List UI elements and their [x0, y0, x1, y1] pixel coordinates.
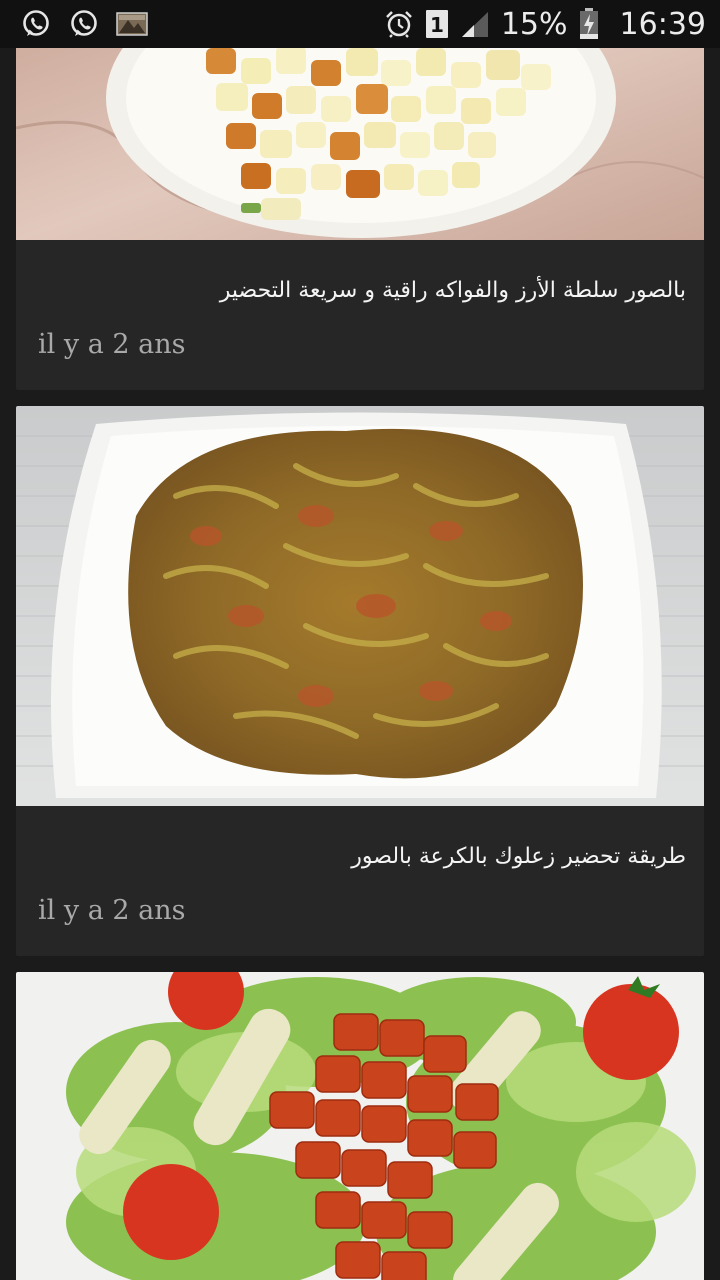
article-timestamp: il y a 2 ans	[38, 895, 186, 926]
article-card[interactable]: طريقة تحضير زعلوك بالكرعة بالصور il y a …	[16, 406, 704, 956]
battery-percentage: 15%	[500, 6, 568, 42]
whatsapp-icon	[68, 8, 100, 40]
article-card[interactable]	[16, 972, 704, 1280]
article-title[interactable]: طريقة تحضير زعلوك بالكرعة بالصور	[351, 844, 686, 869]
article-title[interactable]: بالصور سلطة الأرز والفواكه راقية و سريعة…	[220, 278, 686, 303]
article-card[interactable]: بالصور سلطة الأرز والفواكه راقية و سريعة…	[16, 48, 704, 390]
article-thumbnail[interactable]	[16, 972, 704, 1280]
article-thumbnail[interactable]	[16, 48, 704, 240]
whatsapp-icon	[20, 8, 52, 40]
gallery-icon	[116, 8, 148, 40]
status-bar: 1 15% 16:39	[0, 0, 720, 48]
battery-charging-icon	[578, 8, 600, 40]
alarm-icon	[383, 8, 415, 40]
article-thumbnail[interactable]	[16, 406, 704, 806]
article-timestamp: il y a 2 ans	[38, 329, 186, 360]
notification-icons	[20, 8, 148, 40]
sim-icon: 1	[425, 8, 449, 40]
signal-icon	[459, 8, 491, 40]
system-indicators: 1 15% 16:39	[383, 7, 706, 42]
article-feed[interactable]: بالصور سلطة الأرز والفواكه راقية و سريعة…	[0, 48, 720, 1280]
sim-label: 1	[430, 13, 444, 37]
clock: 16:39	[619, 6, 706, 42]
